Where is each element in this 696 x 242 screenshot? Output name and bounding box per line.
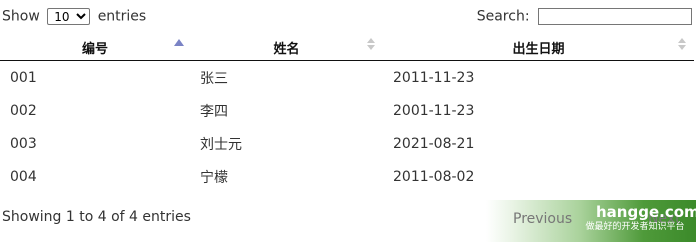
cell-birthdate: 2011-08-02 bbox=[393, 168, 475, 185]
table-controls: Show 10 entries Search: bbox=[0, 0, 696, 34]
table-row[interactable]: 002 李四 2001-11-23 bbox=[0, 94, 694, 127]
column-header-label: 编号 bbox=[81, 41, 108, 57]
sort-ascending-icon bbox=[174, 38, 184, 54]
search-input[interactable] bbox=[538, 8, 692, 25]
length-suffix-label: entries bbox=[97, 8, 147, 25]
column-header-label: 出生日期 bbox=[512, 41, 565, 57]
column-header-birthdate[interactable]: 出生日期 bbox=[383, 34, 694, 61]
cell-id: 003 bbox=[10, 135, 37, 152]
search-filter: Search: bbox=[477, 8, 692, 25]
data-table: 编号 姓名 出生日期 001 张三 2011-11-23 002 李四 2001… bbox=[0, 34, 694, 193]
length-prefix-label: Show bbox=[2, 8, 40, 25]
cell-name: 张三 bbox=[200, 70, 228, 87]
cell-id: 004 bbox=[10, 168, 37, 185]
entries-length-select[interactable]: 10 bbox=[47, 8, 91, 25]
previous-page-button[interactable]: Previous bbox=[513, 211, 572, 227]
cell-birthdate: 2001-11-23 bbox=[393, 102, 475, 119]
column-header-name[interactable]: 姓名 bbox=[190, 34, 383, 61]
watermark-site-name: hangge.com bbox=[596, 203, 696, 221]
sort-both-icon bbox=[367, 38, 375, 54]
site-watermark: hangge.com 做最好的开发者知识平台 bbox=[585, 203, 696, 242]
cell-id: 001 bbox=[10, 69, 37, 86]
column-header-label: 姓名 bbox=[273, 41, 300, 57]
table-info: Showing 1 to 4 of 4 entries bbox=[2, 209, 191, 225]
table-row[interactable]: 001 张三 2011-11-23 bbox=[0, 61, 694, 95]
cell-birthdate: 2011-11-23 bbox=[393, 69, 475, 86]
cell-name: 刘士元 bbox=[200, 136, 242, 153]
search-label: Search: bbox=[476, 8, 530, 25]
entries-length-control: Show 10 entries bbox=[2, 8, 146, 25]
cell-name: 宁檬 bbox=[200, 169, 228, 186]
column-header-id[interactable]: 编号 bbox=[0, 34, 190, 61]
sort-both-icon bbox=[678, 38, 686, 54]
watermark-tagline: 做最好的开发者知识平台 bbox=[585, 222, 685, 232]
cell-id: 002 bbox=[10, 102, 37, 119]
table-row[interactable]: 003 刘士元 2021-08-21 bbox=[0, 127, 694, 160]
cell-name: 李四 bbox=[200, 103, 228, 120]
cell-birthdate: 2021-08-21 bbox=[393, 135, 475, 152]
table-header-row: 编号 姓名 出生日期 bbox=[0, 34, 694, 61]
table-row[interactable]: 004 宁檬 2011-08-02 bbox=[0, 160, 694, 193]
